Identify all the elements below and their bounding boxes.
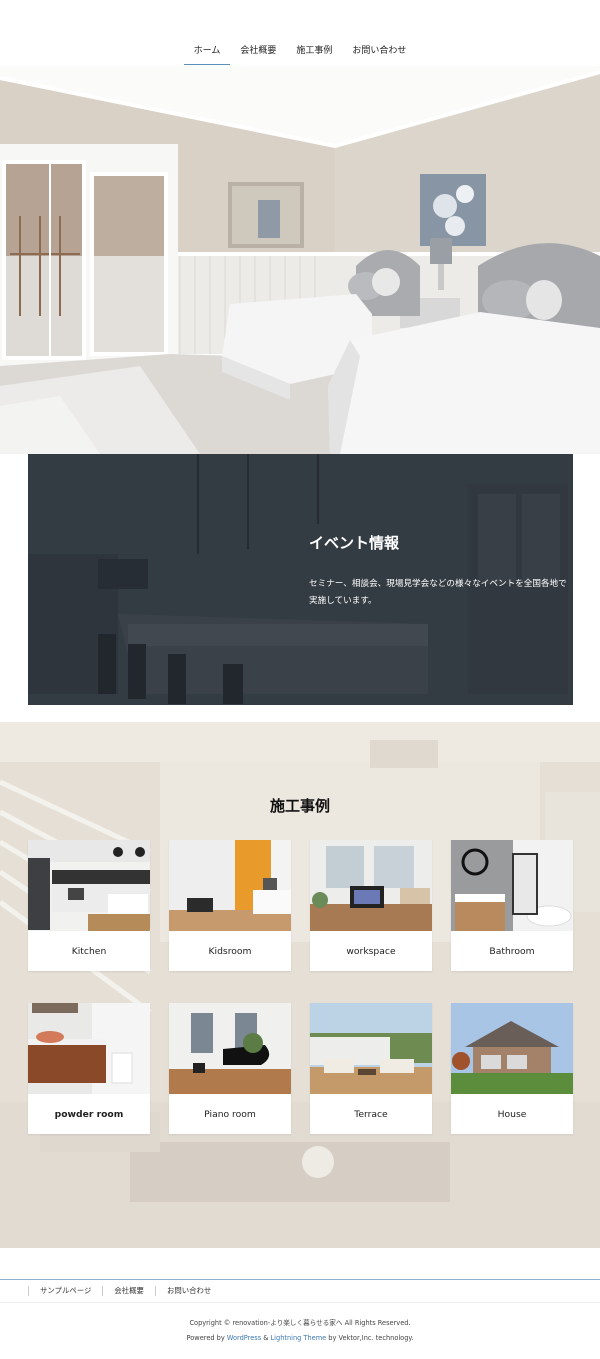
house-image bbox=[451, 1003, 573, 1094]
work-card-powder-room[interactable]: powder room bbox=[28, 1003, 150, 1134]
nav-item-works[interactable]: 施工事例 bbox=[286, 43, 342, 65]
hero-image bbox=[0, 66, 600, 454]
work-card-workspace[interactable]: workspace bbox=[310, 840, 432, 971]
work-card-label: Piano room bbox=[204, 1109, 256, 1120]
work-card-house[interactable]: House bbox=[451, 1003, 573, 1134]
footer-top-border bbox=[0, 1279, 600, 1280]
kitchen-image bbox=[28, 840, 150, 931]
work-card-label: Terrace bbox=[354, 1109, 388, 1120]
work-card-terrace[interactable]: Terrace bbox=[310, 1003, 432, 1134]
powered-by: Powered by WordPress & Lightning Theme b… bbox=[0, 1334, 600, 1342]
nav-item-contact[interactable]: お問い合わせ bbox=[342, 43, 416, 65]
powered-suffix: by Vektor,Inc. technology. bbox=[326, 1334, 414, 1342]
global-nav: ホーム 会社概要 施工事例 お問い合わせ bbox=[0, 43, 600, 65]
footer-link-sample[interactable]: サンプルページ bbox=[28, 1286, 102, 1296]
powered-prefix: Powered by bbox=[186, 1334, 227, 1342]
work-card-label: workspace bbox=[346, 946, 396, 957]
work-card-label: Kitchen bbox=[71, 946, 107, 957]
work-card-bathroom[interactable]: Bathroom bbox=[451, 840, 573, 971]
terrace-image bbox=[310, 1003, 432, 1094]
work-card-piano-room[interactable]: Piano room bbox=[169, 1003, 291, 1134]
nav-item-home[interactable]: ホーム bbox=[183, 43, 231, 65]
powder-room-image bbox=[28, 1003, 150, 1094]
kidsroom-image bbox=[169, 840, 291, 931]
lightning-theme-link[interactable]: Lightning Theme bbox=[271, 1334, 327, 1342]
bathroom-image bbox=[451, 840, 573, 931]
event-description: セミナー、相談会、現場見学会などの様々なイベントを全国各地で実施しています。 bbox=[309, 579, 567, 606]
work-card-label: House bbox=[497, 1109, 527, 1120]
work-card-label: Bathroom bbox=[489, 946, 535, 957]
site-header: ホーム 会社概要 施工事例 お問い合わせ bbox=[0, 0, 600, 66]
footer-link-contact[interactable]: お問い合わせ bbox=[154, 1286, 222, 1296]
nav-item-company[interactable]: 会社概要 bbox=[230, 43, 286, 65]
powered-amp: & bbox=[261, 1334, 271, 1342]
work-card-label: powder room bbox=[54, 1109, 124, 1120]
workspace-image bbox=[310, 840, 432, 931]
works-title: 施工事例 bbox=[269, 797, 330, 815]
copyright: Copyright © renovation-より楽しく暮らせる家へ All R… bbox=[189, 1319, 411, 1327]
footer-link-company[interactable]: 会社概要 bbox=[102, 1286, 155, 1296]
footer-divider bbox=[0, 1302, 600, 1303]
piano-room-image bbox=[169, 1003, 291, 1094]
work-card-kitchen[interactable]: Kitchen bbox=[28, 840, 150, 971]
footer-nav: サンプルページ 会社概要 お問い合わせ bbox=[28, 1286, 222, 1296]
work-card-kidsroom[interactable]: Kidsroom bbox=[169, 840, 291, 971]
wordpress-link[interactable]: WordPress bbox=[227, 1334, 261, 1342]
work-card-label: Kidsroom bbox=[208, 946, 252, 957]
event-title: イベント情報 bbox=[309, 534, 400, 552]
